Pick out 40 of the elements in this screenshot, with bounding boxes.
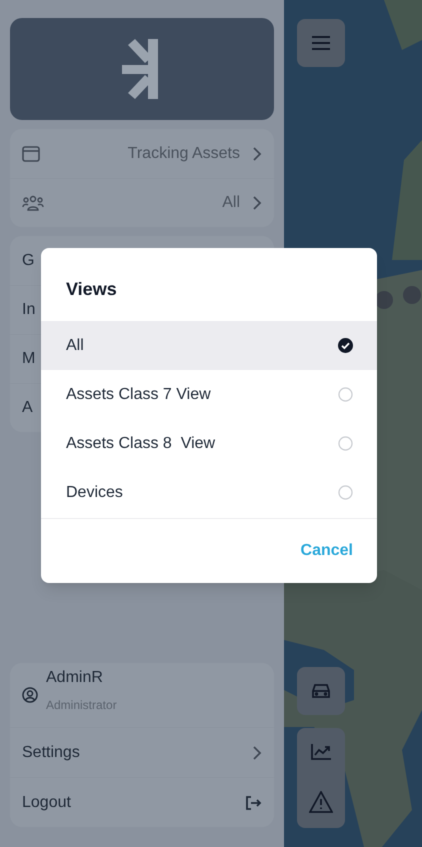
view-option[interactable]: Assets Class 8 View xyxy=(41,419,377,468)
option-label: Devices xyxy=(66,482,123,502)
logout-icon xyxy=(244,794,262,810)
user-name: AdminR xyxy=(46,668,104,688)
action-label: Settings xyxy=(22,742,80,762)
view-option[interactable]: Devices xyxy=(41,468,377,517)
radio-icon xyxy=(338,485,353,500)
chart-icon[interactable] xyxy=(311,744,331,760)
people-icon xyxy=(22,195,44,211)
menu-item[interactable]: G xyxy=(22,248,34,272)
radio-icon xyxy=(338,436,353,451)
option-label: Assets Class 7 View xyxy=(66,384,211,404)
filter-row[interactable]: All xyxy=(10,178,274,227)
account-row[interactable]: Logout xyxy=(10,777,274,827)
user-icon xyxy=(22,687,38,703)
window-icon xyxy=(22,146,40,162)
view-option[interactable]: All xyxy=(41,321,377,370)
menu-item[interactable]: In xyxy=(22,298,36,322)
filter-value: All xyxy=(222,193,240,213)
option-label: All xyxy=(66,336,84,356)
account-row[interactable]: Settings xyxy=(10,727,274,777)
selected-check-icon xyxy=(338,338,353,353)
view-option[interactable]: Assets Class 7 View xyxy=(41,370,377,419)
chevron-icon xyxy=(252,744,262,760)
menu-item[interactable]: M xyxy=(22,347,36,371)
vehicle-button[interactable] xyxy=(297,667,345,715)
filter-row[interactable]: Tracking Assets xyxy=(10,129,274,178)
filter-value: Tracking Assets xyxy=(128,144,240,164)
cancel-button[interactable]: Cancel xyxy=(300,539,353,563)
dialog-title: Views xyxy=(66,278,117,301)
option-label: Assets Class 8 View xyxy=(66,434,216,454)
menu-item[interactable]: A xyxy=(22,396,33,420)
menu-icon xyxy=(312,36,330,50)
car-icon xyxy=(311,683,331,699)
chevron-icon xyxy=(252,146,262,162)
action-label: Logout xyxy=(22,792,71,812)
chevron-icon xyxy=(252,195,262,211)
menu-button[interactable] xyxy=(297,19,345,67)
radio-icon xyxy=(338,387,353,402)
warning-icon[interactable] xyxy=(309,790,333,812)
